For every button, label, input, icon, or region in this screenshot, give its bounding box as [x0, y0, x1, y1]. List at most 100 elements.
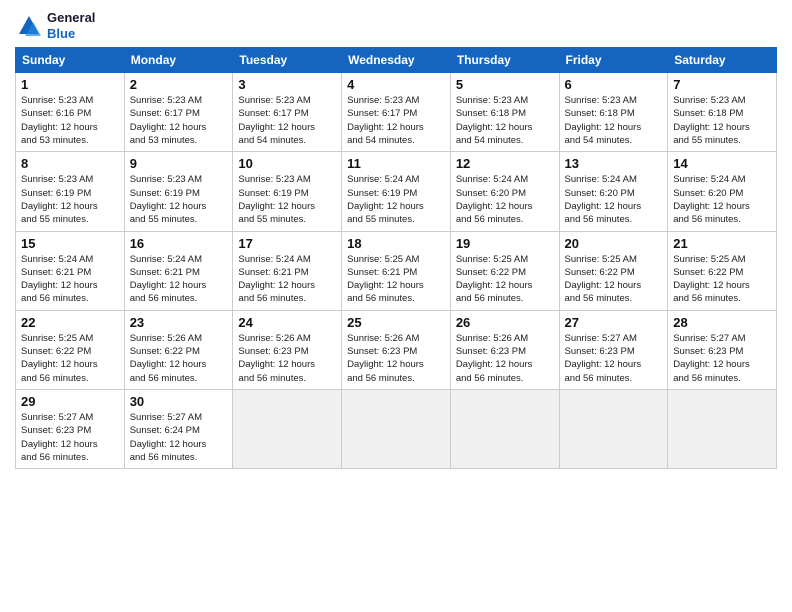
calendar-cell: [450, 389, 559, 468]
day-number: 5: [456, 77, 554, 92]
day-detail: Sunrise: 5:25 AM Sunset: 6:22 PM Dayligh…: [565, 253, 663, 306]
day-number: 19: [456, 236, 554, 251]
calendar-cell: 19 Sunrise: 5:25 AM Sunset: 6:22 PM Dayli…: [450, 231, 559, 310]
day-number: 21: [673, 236, 771, 251]
calendar-cell: 13 Sunrise: 5:24 AM Sunset: 6:20 PM Dayli…: [559, 152, 668, 231]
calendar-cell: 6 Sunrise: 5:23 AM Sunset: 6:18 PM Daylig…: [559, 73, 668, 152]
day-detail: Sunrise: 5:24 AM Sunset: 6:21 PM Dayligh…: [238, 253, 336, 306]
calendar-cell: [559, 389, 668, 468]
day-detail: Sunrise: 5:23 AM Sunset: 6:18 PM Dayligh…: [456, 94, 554, 147]
calendar-cell: 29 Sunrise: 5:27 AM Sunset: 6:23 PM Dayli…: [16, 389, 125, 468]
day-detail: Sunrise: 5:25 AM Sunset: 6:22 PM Dayligh…: [456, 253, 554, 306]
day-number: 30: [130, 394, 228, 409]
day-number: 6: [565, 77, 663, 92]
calendar-cell: 18 Sunrise: 5:25 AM Sunset: 6:21 PM Dayli…: [342, 231, 451, 310]
calendar-cell: [342, 389, 451, 468]
day-detail: Sunrise: 5:23 AM Sunset: 6:18 PM Dayligh…: [565, 94, 663, 147]
day-detail: Sunrise: 5:27 AM Sunset: 6:23 PM Dayligh…: [21, 411, 119, 464]
day-detail: Sunrise: 5:24 AM Sunset: 6:19 PM Dayligh…: [347, 173, 445, 226]
day-detail: Sunrise: 5:23 AM Sunset: 6:17 PM Dayligh…: [130, 94, 228, 147]
day-number: 8: [21, 156, 119, 171]
calendar-cell: 25 Sunrise: 5:26 AM Sunset: 6:23 PM Dayli…: [342, 310, 451, 389]
day-detail: Sunrise: 5:23 AM Sunset: 6:19 PM Dayligh…: [130, 173, 228, 226]
logo-icon: [15, 12, 43, 40]
calendar-cell: 27 Sunrise: 5:27 AM Sunset: 6:23 PM Dayli…: [559, 310, 668, 389]
calendar-week-row: 22 Sunrise: 5:25 AM Sunset: 6:22 PM Dayli…: [16, 310, 777, 389]
calendar-cell: 9 Sunrise: 5:23 AM Sunset: 6:19 PM Daylig…: [124, 152, 233, 231]
day-detail: Sunrise: 5:27 AM Sunset: 6:23 PM Dayligh…: [673, 332, 771, 385]
day-number: 13: [565, 156, 663, 171]
calendar-cell: 22 Sunrise: 5:25 AM Sunset: 6:22 PM Dayli…: [16, 310, 125, 389]
calendar-cell: 3Sunrise: 5:23 AM Sunset: 6:17 PM Daylig…: [233, 73, 342, 152]
calendar-cell: 16 Sunrise: 5:24 AM Sunset: 6:21 PM Dayli…: [124, 231, 233, 310]
weekday-header-friday: Friday: [559, 48, 668, 73]
weekday-header-wednesday: Wednesday: [342, 48, 451, 73]
day-detail: Sunrise: 5:24 AM Sunset: 6:20 PM Dayligh…: [456, 173, 554, 226]
calendar-cell: 7Sunrise: 5:23 AM Sunset: 6:18 PM Daylig…: [668, 73, 777, 152]
day-number: 18: [347, 236, 445, 251]
day-detail: Sunrise: 5:24 AM Sunset: 6:21 PM Dayligh…: [21, 253, 119, 306]
day-detail: Sunrise: 5:26 AM Sunset: 6:23 PM Dayligh…: [238, 332, 336, 385]
weekday-header-row: SundayMondayTuesdayWednesdayThursdayFrid…: [16, 48, 777, 73]
calendar-cell: 24 Sunrise: 5:26 AM Sunset: 6:23 PM Dayli…: [233, 310, 342, 389]
calendar-cell: 8 Sunrise: 5:23 AM Sunset: 6:19 PM Daylig…: [16, 152, 125, 231]
day-number: 11: [347, 156, 445, 171]
day-number: 17: [238, 236, 336, 251]
day-detail: Sunrise: 5:24 AM Sunset: 6:20 PM Dayligh…: [565, 173, 663, 226]
calendar-cell: 21 Sunrise: 5:25 AM Sunset: 6:22 PM Dayli…: [668, 231, 777, 310]
calendar-cell: 20 Sunrise: 5:25 AM Sunset: 6:22 PM Dayli…: [559, 231, 668, 310]
page: General Blue SundayMondayTuesdayWednesda…: [0, 0, 792, 612]
day-detail: Sunrise: 5:23 AM Sunset: 6:16 PM Dayligh…: [21, 94, 119, 147]
weekday-header-tuesday: Tuesday: [233, 48, 342, 73]
calendar-cell: 12 Sunrise: 5:24 AM Sunset: 6:20 PM Dayli…: [450, 152, 559, 231]
calendar-cell: 23Sunrise: 5:26 AM Sunset: 6:22 PM Dayli…: [124, 310, 233, 389]
calendar-week-row: 1 Sunrise: 5:23 AM Sunset: 6:16 PM Daylig…: [16, 73, 777, 152]
day-number: 4: [347, 77, 445, 92]
day-detail: Sunrise: 5:27 AM Sunset: 6:23 PM Dayligh…: [565, 332, 663, 385]
day-number: 20: [565, 236, 663, 251]
logo-blue: Blue: [47, 26, 75, 41]
calendar-cell: 1 Sunrise: 5:23 AM Sunset: 6:16 PM Daylig…: [16, 73, 125, 152]
day-number: 23: [130, 315, 228, 330]
day-number: 25: [347, 315, 445, 330]
calendar-cell: [668, 389, 777, 468]
weekday-header-monday: Monday: [124, 48, 233, 73]
day-number: 2: [130, 77, 228, 92]
day-detail: Sunrise: 5:25 AM Sunset: 6:22 PM Dayligh…: [21, 332, 119, 385]
day-number: 27: [565, 315, 663, 330]
day-number: 24: [238, 315, 336, 330]
header: General Blue: [15, 10, 777, 41]
day-detail: Sunrise: 5:23 AM Sunset: 6:17 PM Dayligh…: [347, 94, 445, 147]
day-detail: Sunrise: 5:26 AM Sunset: 6:23 PM Dayligh…: [456, 332, 554, 385]
day-detail: Sunrise: 5:23 AM Sunset: 6:18 PM Dayligh…: [673, 94, 771, 147]
calendar-week-row: 8 Sunrise: 5:23 AM Sunset: 6:19 PM Daylig…: [16, 152, 777, 231]
weekday-header-sunday: Sunday: [16, 48, 125, 73]
day-detail: Sunrise: 5:25 AM Sunset: 6:22 PM Dayligh…: [673, 253, 771, 306]
day-number: 14: [673, 156, 771, 171]
calendar-cell: 2 Sunrise: 5:23 AM Sunset: 6:17 PM Daylig…: [124, 73, 233, 152]
day-number: 29: [21, 394, 119, 409]
day-number: 22: [21, 315, 119, 330]
day-number: 1: [21, 77, 119, 92]
calendar-cell: [233, 389, 342, 468]
calendar-cell: 5 Sunrise: 5:23 AM Sunset: 6:18 PM Daylig…: [450, 73, 559, 152]
day-number: 10: [238, 156, 336, 171]
calendar-cell: 28Sunrise: 5:27 AM Sunset: 6:23 PM Dayli…: [668, 310, 777, 389]
calendar-cell: 11 Sunrise: 5:24 AM Sunset: 6:19 PM Dayli…: [342, 152, 451, 231]
calendar-cell: 17 Sunrise: 5:24 AM Sunset: 6:21 PM Dayli…: [233, 231, 342, 310]
day-number: 9: [130, 156, 228, 171]
day-number: 16: [130, 236, 228, 251]
logo-general: General: [47, 10, 95, 25]
calendar-cell: 26Sunrise: 5:26 AM Sunset: 6:23 PM Dayli…: [450, 310, 559, 389]
calendar-week-row: 15Sunrise: 5:24 AM Sunset: 6:21 PM Dayli…: [16, 231, 777, 310]
day-detail: Sunrise: 5:23 AM Sunset: 6:19 PM Dayligh…: [21, 173, 119, 226]
calendar-cell: 10Sunrise: 5:23 AM Sunset: 6:19 PM Dayli…: [233, 152, 342, 231]
day-detail: Sunrise: 5:27 AM Sunset: 6:24 PM Dayligh…: [130, 411, 228, 464]
day-number: 12: [456, 156, 554, 171]
calendar-cell: 14Sunrise: 5:24 AM Sunset: 6:20 PM Dayli…: [668, 152, 777, 231]
day-detail: Sunrise: 5:25 AM Sunset: 6:21 PM Dayligh…: [347, 253, 445, 306]
day-detail: Sunrise: 5:24 AM Sunset: 6:21 PM Dayligh…: [130, 253, 228, 306]
weekday-header-saturday: Saturday: [668, 48, 777, 73]
day-detail: Sunrise: 5:26 AM Sunset: 6:23 PM Dayligh…: [347, 332, 445, 385]
day-number: 3: [238, 77, 336, 92]
